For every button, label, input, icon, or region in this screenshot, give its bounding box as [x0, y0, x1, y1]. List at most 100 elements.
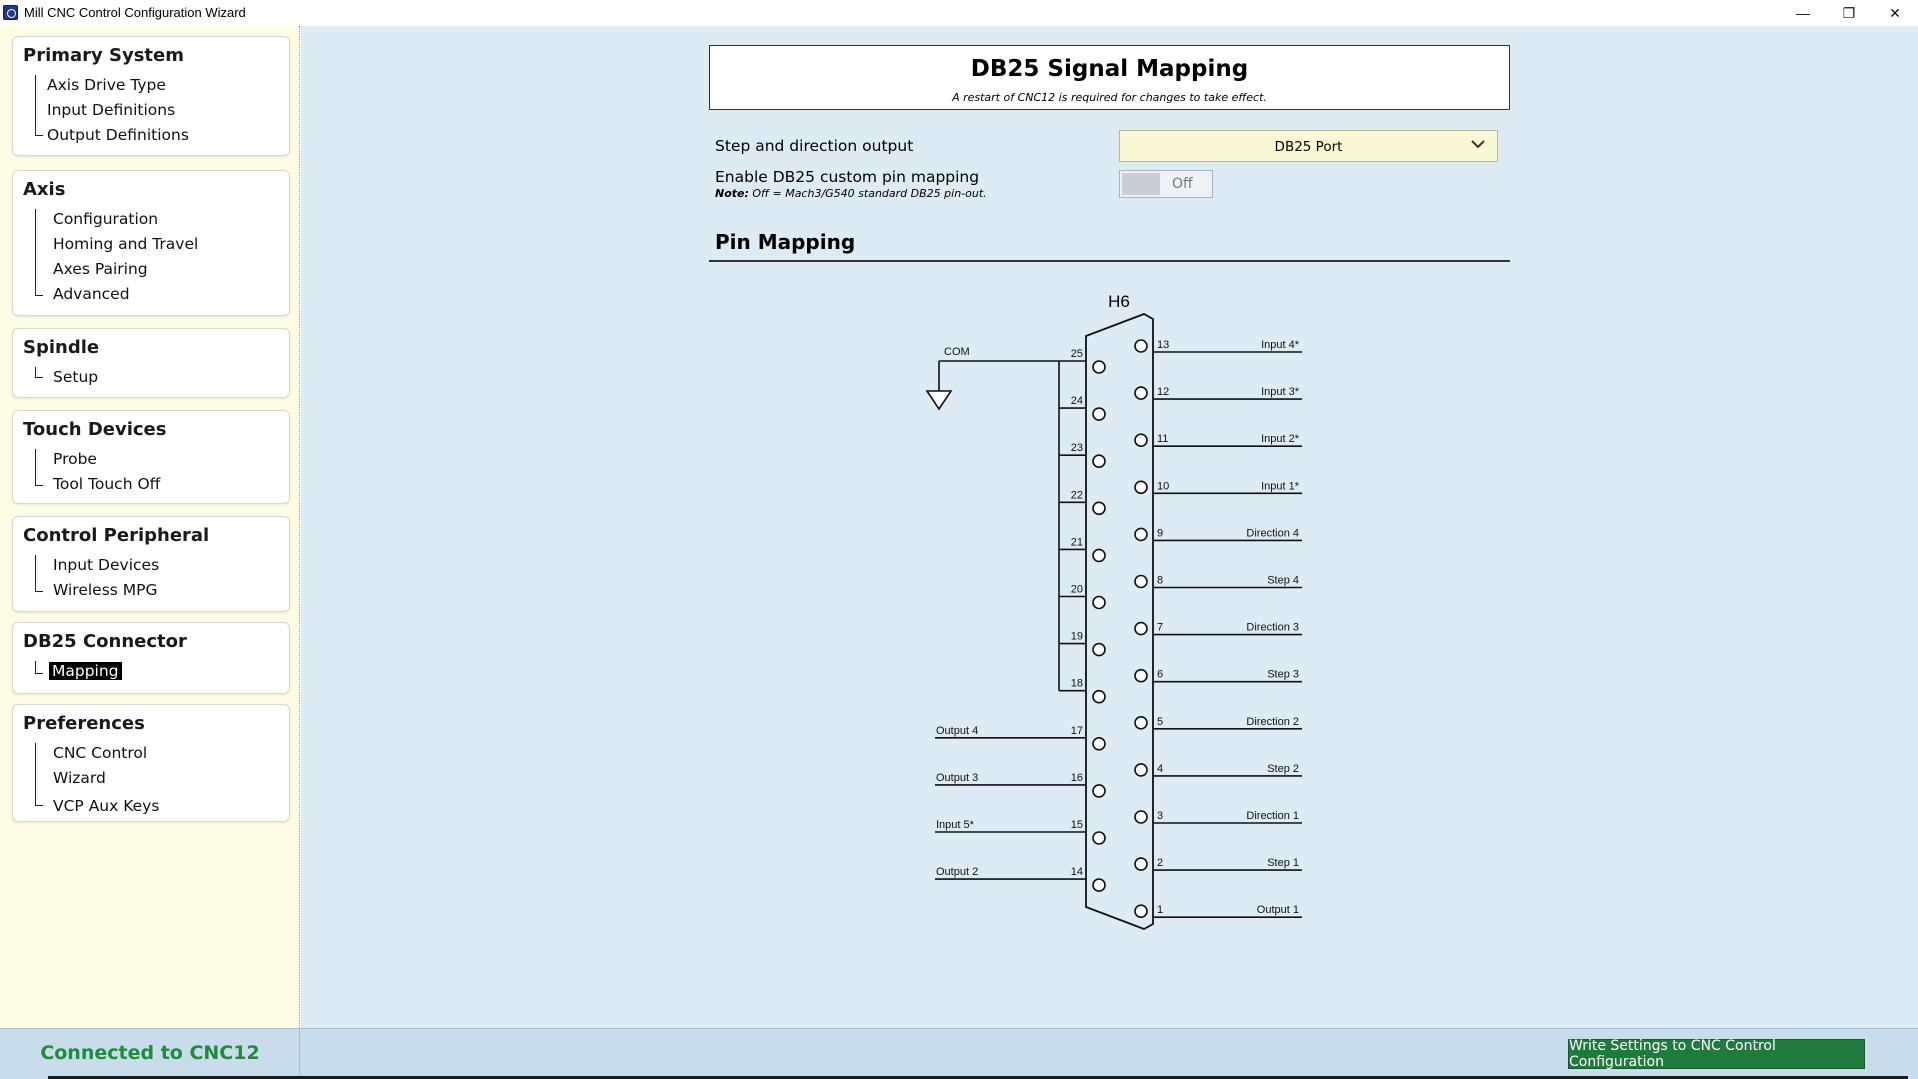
pin-socket — [1134, 810, 1148, 824]
nav-item-advanced[interactable]: Advanced — [53, 285, 130, 303]
pin-socket — [1092, 407, 1106, 421]
tree-line — [35, 805, 43, 806]
tree-line — [35, 295, 43, 296]
tree-line — [35, 485, 43, 486]
close-button[interactable]: ✕ — [1872, 0, 1918, 26]
pin-socket — [1092, 689, 1106, 704]
pin-signal-label: Step 3 — [1267, 669, 1299, 681]
pin-number: 20 — [1071, 584, 1083, 596]
db25-connector-diagram: H6 13 Input 4*12 Input 3*11 Input 2*10 Input… — [925, 292, 1302, 930]
nav-group-title: Preferences — [23, 713, 145, 734]
nav-item-wizard[interactable]: Wizard — [53, 769, 106, 787]
nav-item-homing-and-travel[interactable]: Homing and Travel — [53, 235, 198, 253]
pin-socket — [1134, 904, 1148, 919]
pin-number: 5 — [1157, 716, 1163, 728]
ground-symbol — [925, 390, 953, 411]
pin-number: 21 — [1071, 536, 1083, 548]
tree-line — [35, 135, 43, 136]
pin-signal-label: Direction 2 — [1246, 716, 1299, 728]
pin-socket — [1134, 621, 1148, 636]
tree-line — [35, 377, 43, 378]
nav-group-primary-system: Primary System Axis Drive Type Input Def… — [12, 36, 290, 156]
nav-item-vcp-aux-keys[interactable]: VCP Aux Keys — [53, 797, 159, 815]
main-panel: DB25 Signal Mapping A restart of CNC12 i… — [301, 26, 1918, 1028]
pin-number: 12 — [1157, 386, 1169, 398]
nav-group-title: Axis — [23, 179, 66, 200]
nav-group-title: Control Peripheral — [23, 525, 210, 546]
pin-signal-label: Direction 1 — [1246, 810, 1299, 822]
title-bar: Mill CNC Control Configuration Wizard — … — [0, 0, 1918, 26]
status-bar: Connected to CNC12 Write Settings to CNC… — [0, 1028, 1918, 1079]
pin-signal-label: Input 2* — [1261, 433, 1300, 445]
pin-number: 1 — [1157, 904, 1163, 916]
pin-socket — [1092, 360, 1106, 374]
pin-number: 19 — [1071, 631, 1083, 643]
nav-item-input-devices[interactable]: Input Devices — [53, 556, 159, 574]
app-icon — [3, 5, 18, 20]
tree-line — [35, 673, 43, 674]
pin-signal-label: Step 2 — [1267, 763, 1299, 775]
nav-item-probe[interactable]: Probe — [53, 450, 97, 468]
nav-item-wireless-mpg[interactable]: Wireless MPG — [53, 581, 158, 599]
nav-item-setup[interactable]: Setup — [53, 368, 98, 386]
pin-number: 13 — [1157, 339, 1169, 351]
pin-socket — [1134, 433, 1148, 448]
nav-group-title: DB25 Connector — [23, 631, 187, 652]
nav-group-title: Spindle — [23, 337, 100, 358]
pin-number: 17 — [1071, 725, 1083, 737]
com-label: COM — [944, 346, 970, 358]
pin-signal-label: Input 4* — [1261, 339, 1300, 351]
nav-item-cnc-control[interactable]: CNC Control — [53, 744, 147, 762]
tree-line — [35, 555, 36, 591]
connector-name: H6 — [1108, 292, 1130, 311]
nav-group-control-peripheral: Control Peripheral Input Devices Wireles… — [12, 516, 290, 612]
nav-item-mapping[interactable]: Mapping — [49, 662, 122, 680]
minimize-button[interactable]: — — [1780, 0, 1826, 26]
pin-socket — [1134, 763, 1148, 777]
pin-number: 14 — [1071, 866, 1083, 878]
pin-number: 16 — [1071, 772, 1083, 784]
pin-number: 25 — [1071, 348, 1083, 360]
nav-item-configuration[interactable]: Configuration — [53, 210, 158, 228]
pin-number: 10 — [1157, 480, 1169, 492]
pin-number: 6 — [1157, 669, 1163, 681]
nav-group-title: Touch Devices — [23, 419, 167, 440]
pin-socket — [1092, 831, 1106, 845]
nav-item-output-definitions[interactable]: Output Definitions — [47, 126, 189, 144]
nav-group-title: Primary System — [23, 45, 184, 66]
pin-number: 18 — [1071, 678, 1083, 690]
nav-item-input-definitions[interactable]: Input Definitions — [47, 101, 175, 119]
pin-signal-label: Step 4 — [1267, 575, 1299, 587]
connection-status: Connected to CNC12 — [40, 1042, 260, 1064]
connection-status-panel: Connected to CNC12 — [0, 1029, 300, 1079]
pin-number: 2 — [1157, 857, 1163, 869]
nav-item-axes-pairing[interactable]: Axes Pairing — [53, 260, 148, 278]
sidebar: Primary System Axis Drive Type Input Def… — [0, 26, 300, 1028]
write-settings-button[interactable]: Write Settings to CNC Control Configurat… — [1568, 1038, 1865, 1070]
pin-number: 4 — [1157, 763, 1163, 775]
pin-number: 15 — [1071, 819, 1083, 831]
pin-socket — [1092, 454, 1106, 469]
tree-line — [35, 367, 36, 377]
pin-socket — [1092, 878, 1106, 892]
pin-number: 22 — [1071, 489, 1083, 501]
pin-signal-label: Input 3* — [1261, 386, 1300, 398]
pin-socket — [1134, 574, 1148, 589]
nav-item-axis-drive-type[interactable]: Axis Drive Type — [47, 76, 166, 94]
pin-socket — [1134, 339, 1148, 353]
pin-signal-label: Input 1* — [1261, 480, 1300, 492]
pin-number: 8 — [1157, 575, 1163, 587]
nav-group-preferences: Preferences CNC Control Wizard VCP Aux K… — [12, 704, 290, 822]
pin-number: 24 — [1071, 395, 1083, 407]
pin-number: 23 — [1071, 442, 1083, 454]
pin-signal-label: Output 1 — [1257, 904, 1299, 916]
pin-signal-label: Step 1 — [1267, 857, 1299, 869]
pin-socket — [1092, 784, 1106, 798]
pin-socket — [1134, 527, 1148, 542]
pin-signal-label: Output 2 — [936, 866, 978, 878]
pin-number: 3 — [1157, 810, 1163, 822]
maximize-button[interactable]: ❐ — [1826, 0, 1872, 26]
nav-group-spindle: Spindle Setup — [12, 328, 290, 398]
nav-item-tool-touch-off[interactable]: Tool Touch Off — [53, 475, 160, 493]
nav-group-axis: Axis Configuration Homing and Travel Axe… — [12, 170, 290, 316]
